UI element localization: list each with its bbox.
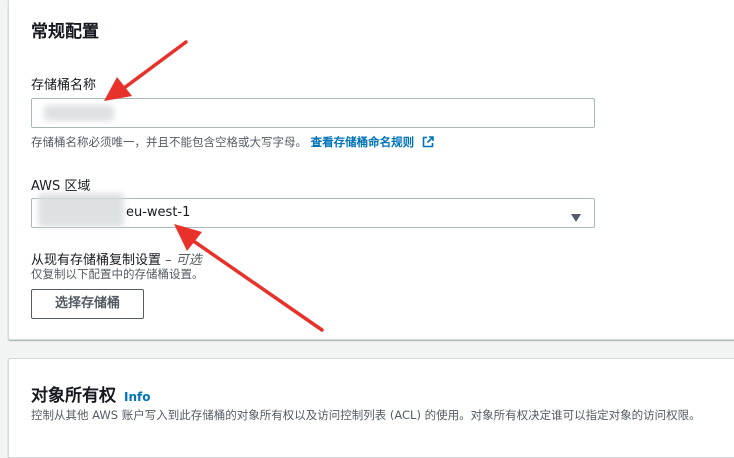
bucket-naming-rules-link[interactable]: 查看存储桶命名规则: [311, 135, 415, 149]
redacted-region-name: [38, 193, 124, 227]
object-ownership-description: 控制从其他 AWS 账户写入到此存储桶的对象所有权以及访问控制列表 (ACL) …: [31, 408, 701, 422]
object-ownership-title-text: 对象所有权: [31, 386, 116, 406]
bucket-name-label: 存储桶名称: [31, 78, 97, 93]
object-ownership-panel: 对象所有权 Info 控制从其他 AWS 账户写入到此存储桶的对象所有权以及访问控…: [8, 358, 734, 458]
caret-down-icon: [570, 208, 582, 227]
copy-settings-hint: 仅复制以下配置中的存储桶设置。: [31, 267, 204, 281]
region-value: eu-west-1: [126, 205, 191, 220]
region-label: AWS 区域: [31, 179, 91, 194]
object-ownership-title: 对象所有权 Info: [31, 381, 150, 406]
bucket-name-hint-text: 存储桶名称必须唯一，并且不能包含空格或大写字母。: [31, 135, 307, 149]
region-select[interactable]: eu-west-1: [31, 193, 595, 228]
external-link-icon[interactable]: [422, 136, 434, 151]
info-link[interactable]: Info: [124, 390, 150, 404]
bucket-name-input[interactable]: [31, 98, 595, 128]
general-config-panel: 常规配置 存储桶名称 存储桶名称必须唯一，并且不能包含空格或大写字母。 查看存储…: [8, 0, 734, 340]
redacted-bucket-name: [44, 105, 114, 121]
choose-bucket-button[interactable]: 选择存储桶: [31, 289, 144, 319]
general-config-title: 常规配置: [31, 22, 99, 42]
bucket-name-hint: 存储桶名称必须唯一，并且不能包含空格或大写字母。 查看存储桶命名规则: [31, 134, 434, 151]
